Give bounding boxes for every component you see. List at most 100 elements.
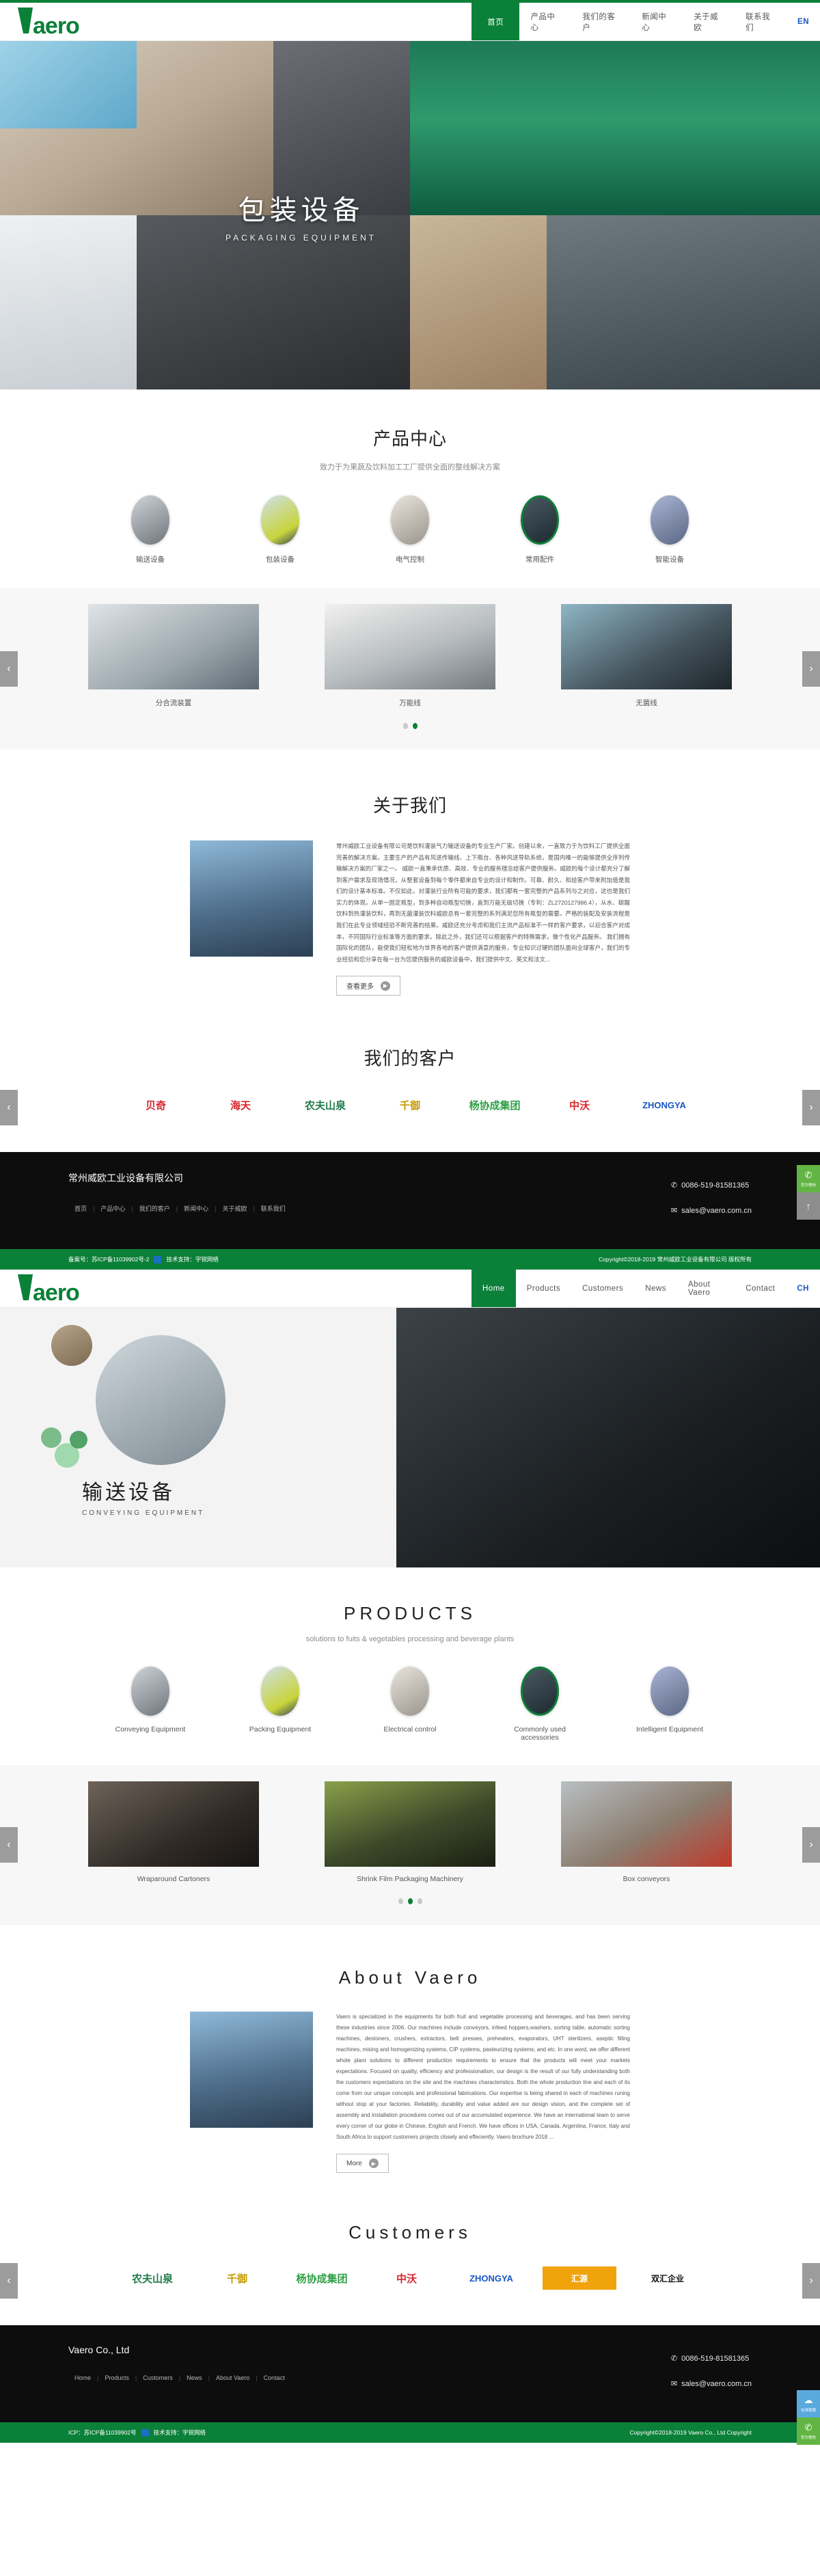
category-electrical-control[interactable]: 电气控制 bbox=[369, 495, 451, 564]
category-electrical-control[interactable]: Electrical control bbox=[369, 1667, 451, 1742]
customer-logo[interactable]: 双汇企业 bbox=[634, 2258, 701, 2298]
carousel-slide[interactable]: 分合流装置 bbox=[88, 604, 259, 708]
carousel-slide[interactable]: Shrink Film Packaging Machinery bbox=[325, 1781, 495, 1883]
nav-item-4[interactable]: 关于威欧 bbox=[683, 3, 735, 40]
customer-logo-strip-cn: ‹ › 贝奇 海天 农夫山泉 千御 杨协成集团 中沃 ZHONGYA bbox=[0, 1070, 820, 1145]
carousel-dot-active[interactable] bbox=[412, 723, 418, 729]
nav-item-home[interactable]: Home bbox=[472, 1270, 516, 1308]
customer-logo[interactable]: 农夫山泉 bbox=[292, 1085, 359, 1125]
nav-item-3[interactable]: 新闻中心 bbox=[631, 3, 683, 40]
customer-logo[interactable]: ZHONGYA bbox=[631, 1085, 698, 1125]
nav-item-products[interactable]: Products bbox=[516, 1270, 571, 1307]
main-nav-en[interactable]: Home Products Customers News About Vaero… bbox=[472, 1270, 820, 1308]
intelligent-equipment-icon bbox=[651, 495, 689, 545]
footer-link-home[interactable]: Home bbox=[68, 2374, 97, 2381]
customers-next-button[interactable]: › bbox=[802, 1090, 820, 1126]
customer-logo[interactable]: 中沃 bbox=[373, 2258, 440, 2298]
online-service-widget[interactable]: ☁ 在线客服 bbox=[797, 2390, 820, 2418]
footer-link-about[interactable]: About Vaero bbox=[210, 2374, 256, 2381]
nav-item-about[interactable]: About Vaero bbox=[677, 1270, 735, 1307]
customer-logo[interactable]: 杨协成集团 bbox=[461, 1085, 528, 1125]
about-more-button[interactable]: 查看更多 ▶ bbox=[336, 976, 400, 996]
vaero-logo-en[interactable]: aero bbox=[15, 1274, 118, 1303]
wechat-widget[interactable]: ✆ 官方微信 bbox=[797, 1165, 820, 1192]
category-packing-equipment[interactable]: Packing Equipment bbox=[239, 1667, 321, 1742]
hero-left-panel: 输送设备 CONVEYING EQUIPMENT bbox=[0, 1308, 396, 1568]
footer-link-5[interactable]: 联系我们 bbox=[255, 1204, 292, 1213]
carousel-prev-button[interactable]: ‹ bbox=[0, 1827, 18, 1863]
vaero-logo[interactable]: aero bbox=[15, 7, 118, 36]
main-nav-cn[interactable]: 首页 产品中心 我们的客户 新闻中心 关于威欧 联系我们 EN bbox=[472, 3, 820, 40]
customer-logo[interactable]: 中沃 bbox=[546, 1085, 613, 1125]
customer-logo[interactable]: 贝奇 bbox=[122, 1085, 189, 1125]
footer-email[interactable]: ✉ sales@vaero.com.cn bbox=[671, 1206, 752, 1216]
carousel-next-button[interactable]: › bbox=[802, 1827, 820, 1863]
carousel-slide[interactable]: Wraparound Cartoners bbox=[88, 1781, 259, 1883]
carousel-slide[interactable]: 无菌线 bbox=[561, 604, 732, 708]
footer-link-news[interactable]: News bbox=[180, 2374, 208, 2381]
footer-link-4[interactable]: 关于威欧 bbox=[216, 1204, 253, 1213]
nav-item-2[interactable]: 我们的客户 bbox=[571, 3, 631, 40]
customer-logo[interactable]: ZHONGYA bbox=[458, 2258, 525, 2298]
accessories-icon bbox=[521, 1667, 559, 1716]
nav-item-news[interactable]: News bbox=[634, 1270, 677, 1307]
category-conveying-equipment[interactable]: 输送设备 bbox=[109, 495, 191, 564]
footer-links-cn[interactable]: 首页 | 产品中心 | 我们的客户 | 新闻中心 | 关于威欧 | 联系我们 bbox=[68, 1204, 292, 1213]
electrical-control-icon bbox=[391, 495, 429, 545]
back-to-top-button[interactable]: ↑ bbox=[797, 1192, 820, 1220]
nav-item-5[interactable]: 联系我们 bbox=[735, 3, 787, 40]
hero-caption-cn: 包装设备 PACKAGING EQUIPMENT bbox=[226, 188, 377, 243]
footer-link-0[interactable]: 首页 bbox=[68, 1204, 93, 1213]
category-intelligent-equipment[interactable]: Intelligent Equipment bbox=[629, 1667, 711, 1742]
about-more-button-en[interactable]: More ▶ bbox=[336, 2154, 389, 2174]
footer-link-customers[interactable]: Customers bbox=[137, 2374, 179, 2381]
customer-logo[interactable]: 海天 bbox=[207, 1085, 274, 1125]
carousel-dot[interactable] bbox=[402, 723, 408, 729]
footer-link-2[interactable]: 我们的客户 bbox=[133, 1204, 176, 1213]
customer-logo[interactable]: 千御 bbox=[377, 1085, 443, 1125]
category-conveying-equipment[interactable]: Conveying Equipment bbox=[109, 1667, 191, 1742]
customer-logo[interactable]: 汇源 bbox=[543, 2266, 616, 2290]
customers-next-button[interactable]: › bbox=[802, 2263, 820, 2299]
customer-logo[interactable]: 农夫山泉 bbox=[119, 2258, 186, 2298]
category-accessories[interactable]: 常用配件 bbox=[499, 495, 581, 564]
carousel-next-button[interactable]: › bbox=[802, 650, 820, 687]
customers-prev-button[interactable]: ‹ bbox=[0, 2263, 18, 2299]
footer-links-en[interactable]: Home | Products | Customers | News | About V… bbox=[68, 2374, 291, 2381]
wechat-widget[interactable]: ✆ 官方微信 bbox=[797, 2417, 820, 2445]
nav-item-1[interactable]: 产品中心 bbox=[519, 3, 571, 40]
conveying-equipment-icon bbox=[131, 1667, 169, 1716]
category-accessories[interactable]: Commonly used accessories bbox=[499, 1667, 581, 1742]
svg-text:aero: aero bbox=[33, 13, 79, 36]
customer-logo[interactable]: 杨协成集团 bbox=[288, 2258, 355, 2298]
slide-image bbox=[561, 604, 732, 689]
nav-lang-switch-en[interactable]: EN bbox=[787, 3, 820, 40]
arrow-up-icon: ↑ bbox=[806, 1201, 811, 1211]
nav-item-contact[interactable]: Contact bbox=[735, 1270, 786, 1307]
customer-logo[interactable]: 千御 bbox=[204, 2258, 271, 2298]
footer-link-products[interactable]: Products bbox=[98, 2374, 135, 2381]
footer-email-en[interactable]: ✉ sales@vaero.com.cn bbox=[671, 2379, 752, 2389]
logo-wrap[interactable]: aero bbox=[0, 3, 472, 40]
nav-item-customers[interactable]: Customers bbox=[571, 1270, 634, 1307]
logo-wrap-en[interactable]: aero bbox=[0, 1270, 472, 1307]
carousel-prev-button[interactable]: ‹ bbox=[0, 650, 18, 687]
category-intelligent-equipment[interactable]: 智能设备 bbox=[629, 495, 711, 564]
slide-image bbox=[561, 1781, 732, 1867]
slide-caption: 万能线 bbox=[399, 699, 421, 707]
products-title: 产品中心 bbox=[372, 428, 447, 449]
packing-equipment-icon bbox=[261, 495, 299, 545]
footer-link-contact[interactable]: Contact bbox=[258, 2374, 291, 2381]
carousel-slide[interactable]: 万能线 bbox=[325, 604, 495, 708]
category-packing-equipment[interactable]: 包装设备 bbox=[239, 495, 321, 564]
footer-link-1[interactable]: 产品中心 bbox=[94, 1204, 131, 1213]
carousel-dot[interactable] bbox=[417, 1898, 422, 1905]
carousel-slide[interactable]: Box conveyors bbox=[561, 1781, 732, 1883]
nav-item-0[interactable]: 首页 bbox=[472, 3, 520, 40]
customers-prev-button[interactable]: ‹ bbox=[0, 1090, 18, 1126]
carousel-dot[interactable] bbox=[398, 1898, 403, 1905]
footer-phone-value: 0086-519-81581365 bbox=[681, 1181, 750, 1190]
carousel-dot-active[interactable] bbox=[407, 1898, 413, 1905]
footer-link-3[interactable]: 新闻中心 bbox=[178, 1204, 215, 1213]
nav-lang-switch-ch[interactable]: CH bbox=[786, 1270, 820, 1307]
